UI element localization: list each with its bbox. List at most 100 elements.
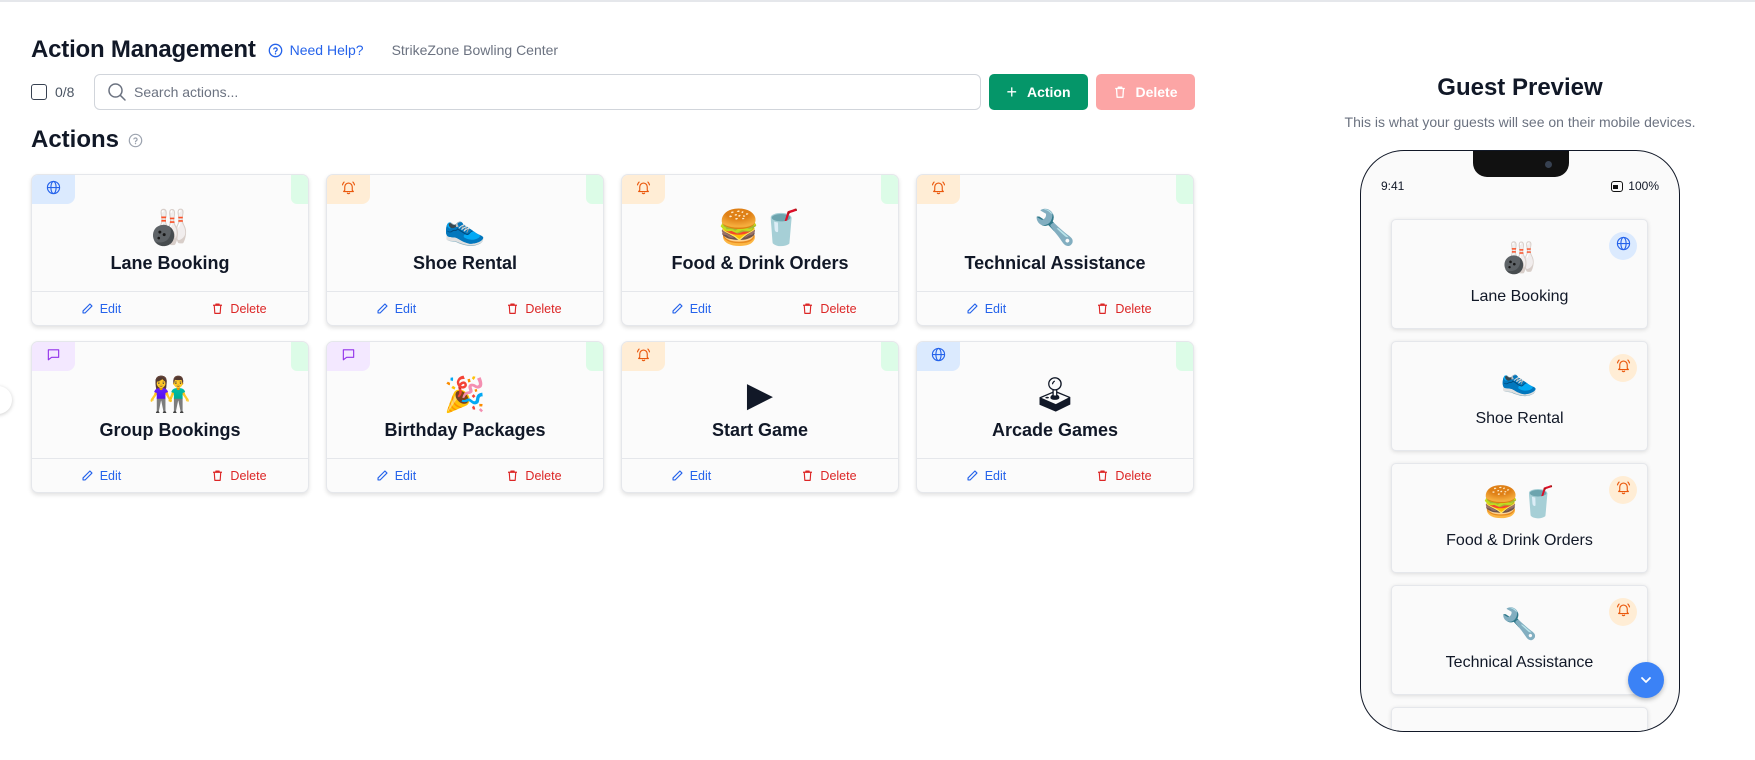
edit-button[interactable]: Edit	[917, 459, 1055, 492]
info-icon[interactable]	[128, 133, 143, 148]
delete-button[interactable]: Delete	[1055, 459, 1193, 492]
card-actions: Edit Delete	[622, 458, 898, 492]
select-all-checkbox[interactable]	[31, 84, 47, 100]
trash-icon	[803, 470, 813, 481]
chat-icon	[341, 347, 356, 367]
card-actions: Edit Delete	[917, 291, 1193, 325]
venue-name: StrikeZone Bowling Center	[391, 42, 559, 58]
delete-label: Delete	[525, 468, 562, 483]
edit-button[interactable]: Edit	[622, 459, 760, 492]
page-header: Action Management Need Help? StrikeZone …	[31, 36, 558, 64]
status-indicator	[881, 175, 898, 204]
trash-icon	[803, 303, 813, 314]
preview-item-food-and-drink-orders[interactable]: 🍔🥤 Food & Drink Orders	[1391, 463, 1648, 573]
preview-emoji: 🎳	[1500, 241, 1539, 276]
globe-icon	[931, 347, 946, 367]
phone-mockup: 9:41 100% 🎳 Lane Booking 👟 Shoe Rental 🍔…	[1360, 150, 1680, 732]
preview-item-lane-booking[interactable]: 🎳 Lane Booking	[1391, 219, 1648, 329]
bulk-delete-label: Delete	[1135, 84, 1178, 100]
card-actions: Edit Delete	[32, 458, 308, 492]
action-type-badge	[327, 342, 370, 371]
sidebar-toggle-handle[interactable]	[0, 386, 12, 414]
chevron-down-icon	[1641, 677, 1651, 683]
trash-icon	[508, 470, 518, 481]
delete-button[interactable]: Delete	[170, 292, 308, 325]
action-name: Food & Drink Orders	[671, 253, 849, 273]
add-action-button[interactable]: + Action	[989, 74, 1088, 110]
preview-item-next[interactable]	[1391, 707, 1648, 731]
action-card-arcade-games[interactable]: 🕹 Arcade Games Edit Delete	[916, 341, 1194, 493]
trash-icon	[1098, 470, 1108, 481]
edit-button[interactable]: Edit	[327, 459, 465, 492]
preview-name: Lane Booking	[1470, 288, 1569, 305]
actions-grid: 🎳 Lane Booking Edit Delete 👟 Shoe Rental…	[31, 174, 1197, 493]
delete-button[interactable]: Delete	[170, 459, 308, 492]
edit-button[interactable]: Edit	[622, 292, 760, 325]
action-card-lane-booking[interactable]: 🎳 Lane Booking Edit Delete	[31, 174, 309, 326]
preview-title: Guest Preview	[1437, 74, 1603, 101]
action-card-group-bookings[interactable]: 👫 Group Bookings Edit Delete	[31, 341, 309, 493]
action-card-start-game[interactable]: ▶ Start Game Edit Delete	[621, 341, 899, 493]
page-title: Action Management	[31, 36, 256, 63]
card-actions: Edit Delete	[622, 291, 898, 325]
delete-button[interactable]: Delete	[465, 459, 603, 492]
action-emoji: ▶	[746, 375, 774, 415]
delete-button[interactable]: Delete	[1055, 292, 1193, 325]
need-help-label: Need Help?	[289, 42, 364, 58]
card-actions: Edit Delete	[327, 458, 603, 492]
edit-button[interactable]: Edit	[32, 292, 170, 325]
action-name: Birthday Packages	[384, 420, 546, 440]
card-actions: Edit Delete	[327, 291, 603, 325]
action-type-badge	[917, 175, 960, 204]
delete-label: Delete	[820, 468, 857, 483]
delete-button[interactable]: Delete	[465, 292, 603, 325]
edit-label: Edit	[984, 301, 1007, 316]
pencil-icon	[377, 303, 388, 314]
scroll-down-button[interactable]	[1628, 662, 1664, 698]
globe-icon	[46, 180, 61, 200]
action-card-technical-assistance[interactable]: 🔧 Technical Assistance Edit Delete	[916, 174, 1194, 326]
action-card-shoe-rental[interactable]: 👟 Shoe Rental Edit Delete	[326, 174, 604, 326]
delete-label: Delete	[230, 468, 267, 483]
status-indicator	[1176, 175, 1193, 204]
action-type-badge	[327, 175, 370, 204]
action-emoji: 🎉	[443, 375, 487, 415]
trash-icon	[1098, 303, 1108, 314]
edit-button[interactable]: Edit	[917, 292, 1055, 325]
edit-label: Edit	[984, 468, 1007, 483]
preview-item-shoe-rental[interactable]: 👟 Shoe Rental	[1391, 341, 1648, 451]
battery-icon	[1611, 180, 1624, 192]
preview-list: 🎳 Lane Booking 👟 Shoe Rental 🍔🥤 Food & D…	[1391, 219, 1648, 731]
pencil-icon	[672, 470, 683, 481]
action-name: Arcade Games	[991, 420, 1119, 440]
select-all: 0/8	[31, 84, 93, 100]
edit-button[interactable]: Edit	[32, 459, 170, 492]
delete-label: Delete	[1115, 468, 1152, 483]
need-help-link[interactable]: Need Help?	[268, 42, 364, 58]
trash-icon	[213, 303, 223, 314]
top-divider	[0, 0, 1755, 2]
action-type-badge	[32, 342, 75, 371]
action-card-birthday-packages[interactable]: 🎉 Birthday Packages Edit Delete	[326, 341, 604, 493]
action-card-food-and-drink-orders[interactable]: 🍔🥤 Food & Drink Orders Edit Delete	[621, 174, 899, 326]
action-emoji: 🍔🥤	[717, 208, 803, 248]
battery-level: 100%	[1628, 179, 1659, 193]
toolbar: 0/8 + Action Delete	[31, 74, 1197, 110]
bell-icon	[931, 180, 946, 200]
action-name: Group Bookings	[99, 420, 241, 440]
status-indicator	[1176, 342, 1193, 371]
delete-button[interactable]: Delete	[760, 292, 898, 325]
trash-icon	[508, 303, 518, 314]
status-indicator	[586, 342, 603, 371]
action-name: Start Game	[711, 420, 809, 440]
bulk-delete-button[interactable]: Delete	[1096, 74, 1195, 110]
edit-label: Edit	[689, 468, 712, 483]
actions-section-header: Actions	[31, 126, 143, 154]
delete-button[interactable]: Delete	[760, 459, 898, 492]
card-actions: Edit Delete	[32, 291, 308, 325]
search-input[interactable]	[134, 84, 934, 100]
edit-button[interactable]: Edit	[327, 292, 465, 325]
preview-item-technical-assistance[interactable]: 🔧 Technical Assistance	[1391, 585, 1648, 695]
preview-emoji: 🔧	[1500, 607, 1539, 642]
action-emoji: 🕹	[1033, 375, 1077, 415]
